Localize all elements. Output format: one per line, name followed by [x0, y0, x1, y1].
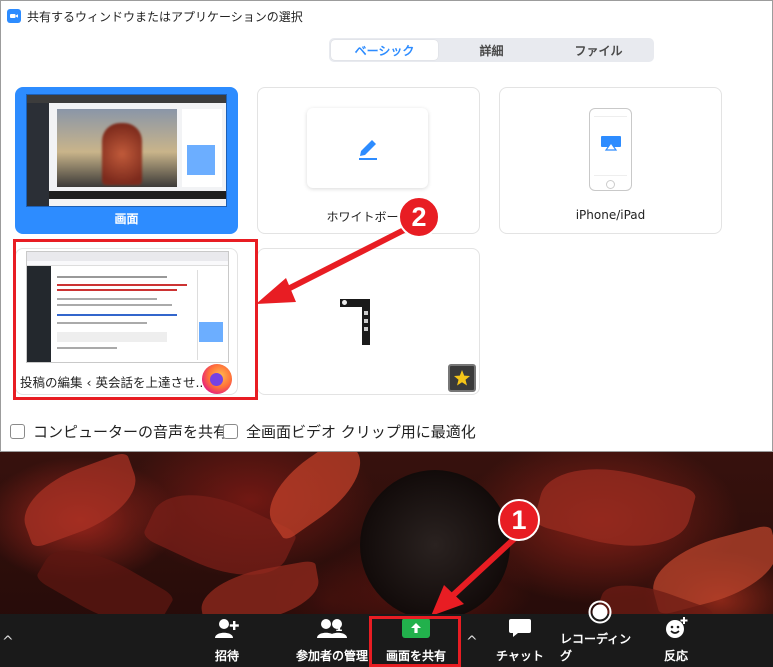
- caret-up-icon[interactable]: ^: [2, 634, 14, 650]
- chat-icon: [506, 615, 534, 641]
- highlight-box-share: [369, 616, 461, 667]
- record-icon: [586, 600, 614, 624]
- invite-label: 招待: [214, 649, 239, 663]
- participants-label: 参加者の管理: [295, 649, 368, 663]
- chat-button[interactable]: チャット: [495, 614, 545, 667]
- annotation-arrows: [256, 227, 518, 616]
- invite-button[interactable]: 招待: [205, 614, 249, 667]
- participants-icon: [315, 615, 349, 641]
- add-person-icon: [213, 615, 241, 641]
- reactions-button[interactable]: 反応: [656, 614, 696, 667]
- reaction-emoji-icon: [662, 615, 690, 641]
- share-options-caret-icon[interactable]: ^: [466, 634, 478, 650]
- annotation-badge-1: 1: [498, 499, 540, 541]
- record-label: レコーディング: [560, 632, 632, 663]
- record-button[interactable]: レコーディング: [560, 600, 640, 667]
- chat-label: チャット: [496, 649, 544, 663]
- annotation-badge-2: 2: [398, 196, 440, 238]
- participants-count: 1: [335, 621, 343, 634]
- reactions-label: 反応: [663, 649, 688, 663]
